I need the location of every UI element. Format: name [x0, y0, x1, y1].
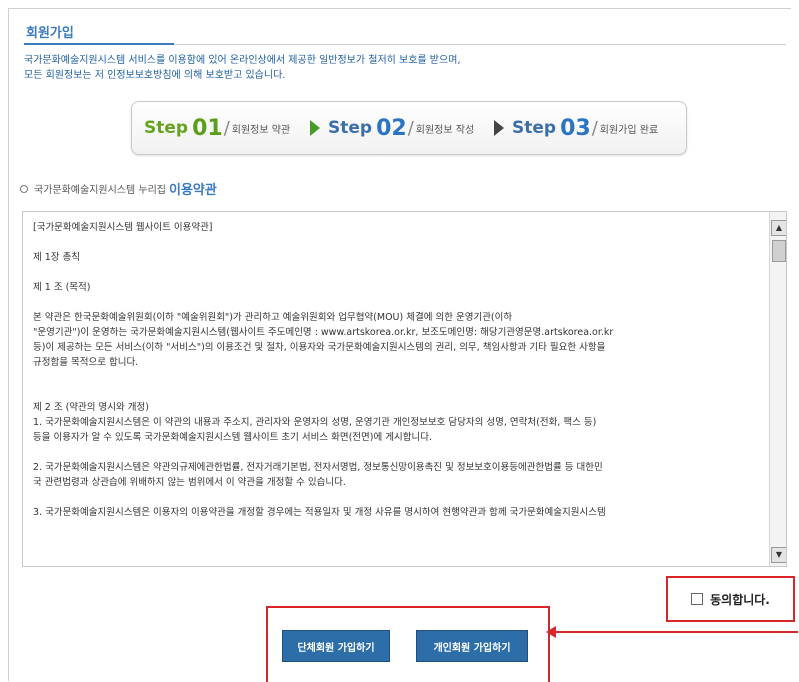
bullet-icon: [20, 184, 28, 193]
terms-line: [국가문화예술지원시스템 웹사이트 이용약관]: [33, 222, 213, 233]
group-signup-button[interactable]: 단체회원 가입하기: [282, 630, 390, 662]
step-word: Step: [144, 118, 189, 138]
step-word: Step: [328, 118, 373, 138]
agree-label[interactable]: 동의합니다.: [710, 591, 770, 608]
terms-line: 본 약관은 한국문화예술위원회(이하 "예술위원회")가 관리하고 예술위원회와…: [33, 312, 513, 323]
step-2: Step 02 / 회원정보 작성: [328, 102, 474, 154]
terms-line: [33, 265, 763, 280]
title-underline: [24, 43, 174, 45]
terms-line: 제 1 조 (목적): [33, 282, 91, 293]
terms-line: 국 관련법령과 상관습에 위배하지 않는 범위에서 이 약관을 개정할 수 있습…: [33, 477, 346, 488]
callout-line: [552, 631, 798, 633]
terms-line: [33, 235, 763, 250]
page-title: 회원가입: [26, 26, 74, 41]
terms-scrollbar[interactable]: ▲ ▼: [769, 212, 786, 566]
terms-line: 제 2 조 (약관의 명시와 개정): [33, 402, 149, 413]
slash-icon: /: [591, 117, 598, 139]
step-label: 회원가입 완료: [599, 124, 659, 136]
terms-line: 2. 국가문화예술지원시스템은 약관의규제에관한법률, 전자거래기본법, 전자서…: [33, 462, 603, 473]
step-number: 02: [376, 115, 407, 141]
step-word: Step: [512, 118, 557, 138]
terms-line: 1. 국가문화예술지원시스템은 이 약관의 내용과 주소지, 관리자와 운영자의…: [33, 417, 597, 428]
slash-icon: /: [407, 117, 414, 139]
slash-icon: /: [223, 117, 230, 139]
arrow-right-icon: [310, 120, 320, 136]
step-number: 03: [560, 115, 591, 141]
personal-signup-button[interactable]: 개인회원 가입하기: [416, 630, 528, 662]
terms-line: [33, 295, 763, 310]
terms-line: "운영기관")이 운영하는 국가문화예술지원시스템(웹사이트 주도메인명 : w…: [33, 327, 614, 338]
intro-text: 국가문화예술지원시스템 서비스를 이용함에 있어 온라인상에서 제공한 일반정보…: [24, 53, 461, 83]
scroll-down-icon[interactable]: ▼: [771, 547, 786, 563]
arrow-right-icon: [494, 120, 504, 136]
terms-line: 등을 이용자가 알 수 있도록 국가문화예술지원시스템 웹사이트 초기 서비스 …: [33, 432, 432, 443]
step-label: 회원정보 작성: [415, 124, 475, 136]
terms-line: [33, 490, 763, 505]
step-label: 회원정보 약관: [231, 124, 291, 136]
scroll-up-icon[interactable]: ▲: [771, 220, 786, 236]
step-3: Step 03 / 회원가입 완료: [512, 102, 658, 154]
terms-line: [33, 445, 763, 460]
agree-checkbox[interactable]: [691, 593, 704, 605]
terms-textarea[interactable]: [국가문화예술지원시스템 웹사이트 이용약관] 제 1장 총칙제 1 조 (목적)…: [22, 211, 787, 567]
terms-heading-prefix: 국가문화예술지원시스템 누리집: [34, 185, 166, 196]
terms-line: 3. 국가문화예술지원시스템은 이용자의 이용약관을 개정할 경우에는 적용일자…: [33, 507, 606, 518]
terms-heading: 국가문화예술지원시스템 누리집 이용약관: [20, 179, 217, 198]
intro-line: 모든 회원정보는 저 인정보보호방침에 의해 보호받고 있습니다.: [24, 70, 286, 81]
terms-line: 등)이 제공하는 모든 서비스(이하 "서비스")의 이용조건 및 절차, 이용…: [33, 342, 606, 353]
terms-line: 제 1장 총칙: [33, 252, 81, 263]
intro-line: 국가문화예술지원시스템 서비스를 이용함에 있어 온라인상에서 제공한 일반정보…: [24, 55, 461, 66]
terms-line: [33, 370, 763, 385]
signup-steps: Step 01 / 회원정보 약관 Step 02 / 회원정보 작성 Step…: [131, 101, 687, 155]
terms-content: [국가문화예술지원시스템 웹사이트 이용약관] 제 1장 총칙제 1 조 (목적)…: [33, 220, 763, 520]
scroll-thumb[interactable]: [772, 240, 786, 262]
terms-heading-emphasis: 이용약관: [168, 183, 217, 198]
step-number: 01: [192, 115, 223, 141]
callout-arrow-icon: [546, 626, 556, 638]
step-1: Step 01 / 회원정보 약관: [144, 102, 290, 154]
terms-line: 규정함을 목적으로 합니다.: [33, 357, 139, 368]
terms-line: [33, 385, 763, 400]
title-divider: [174, 44, 786, 45]
agree-highlight: 동의합니다.: [666, 576, 795, 622]
